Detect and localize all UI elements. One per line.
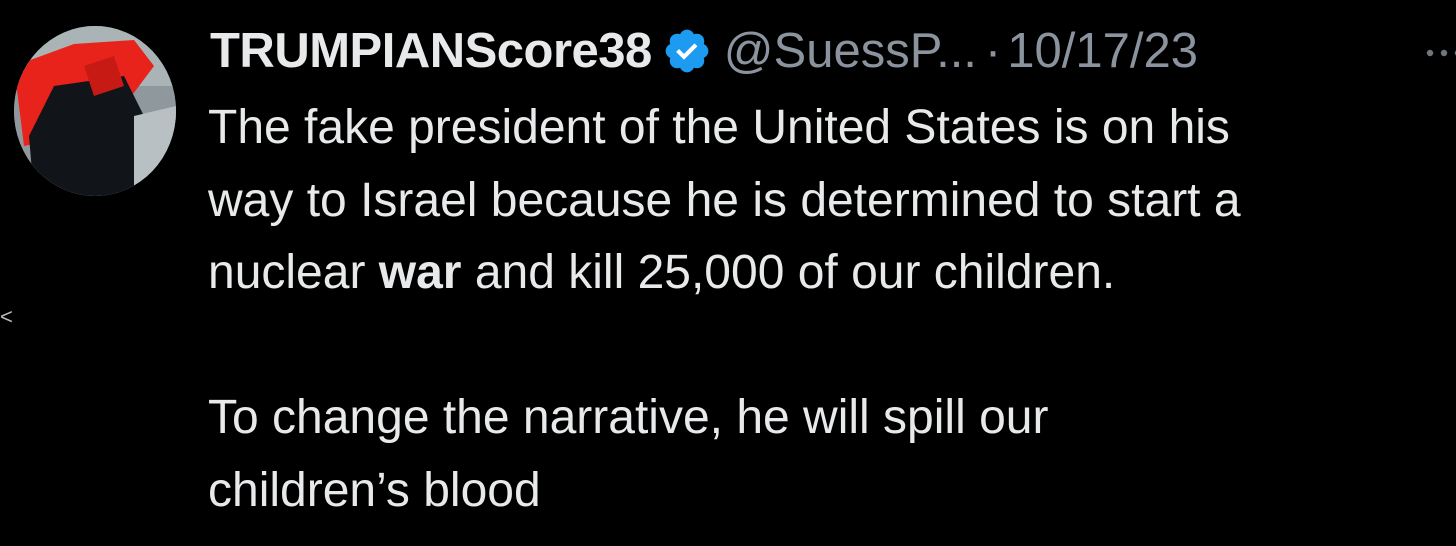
tweet-body-line-3: nuclear war and kill 25,000 of our child… bbox=[208, 237, 1456, 310]
user-avatar[interactable] bbox=[14, 26, 176, 196]
line-3-start: nuclear bbox=[208, 246, 379, 299]
avatar-photo bbox=[14, 26, 176, 196]
verified-badge-icon bbox=[662, 26, 712, 76]
line-3-end: and kill 25,000 of our children. bbox=[461, 246, 1116, 299]
bold-word: war bbox=[378, 246, 462, 299]
tweet-body-line-5: children’s blood bbox=[208, 463, 541, 517]
more-options-icon[interactable] bbox=[1422, 38, 1456, 68]
tweet-body: The fake president of the United States … bbox=[208, 92, 1456, 527]
tweet-body-line-4: To change the narrative, he will spill o… bbox=[208, 391, 1049, 444]
tweet-timestamp[interactable]: 10/17/23 bbox=[1007, 20, 1198, 82]
edge-arrow-glyph: < bbox=[0, 304, 13, 329]
tweet-card[interactable]: < TRUMPIANScore38 @SuessP... · 10/17/23 … bbox=[0, 0, 1456, 546]
user-handle[interactable]: @SuessP... bbox=[724, 20, 977, 82]
header-separator: · bbox=[984, 24, 1002, 78]
tweet-header: TRUMPIANScore38 @SuessP... · 10/17/23 bbox=[210, 20, 1198, 82]
display-name[interactable]: TRUMPIANScore38 bbox=[210, 20, 652, 82]
tweet-body-line-1: The fake president of the United States … bbox=[208, 101, 1230, 154]
tweet-body-line-2: way to Israel because he is determined t… bbox=[208, 173, 1241, 227]
